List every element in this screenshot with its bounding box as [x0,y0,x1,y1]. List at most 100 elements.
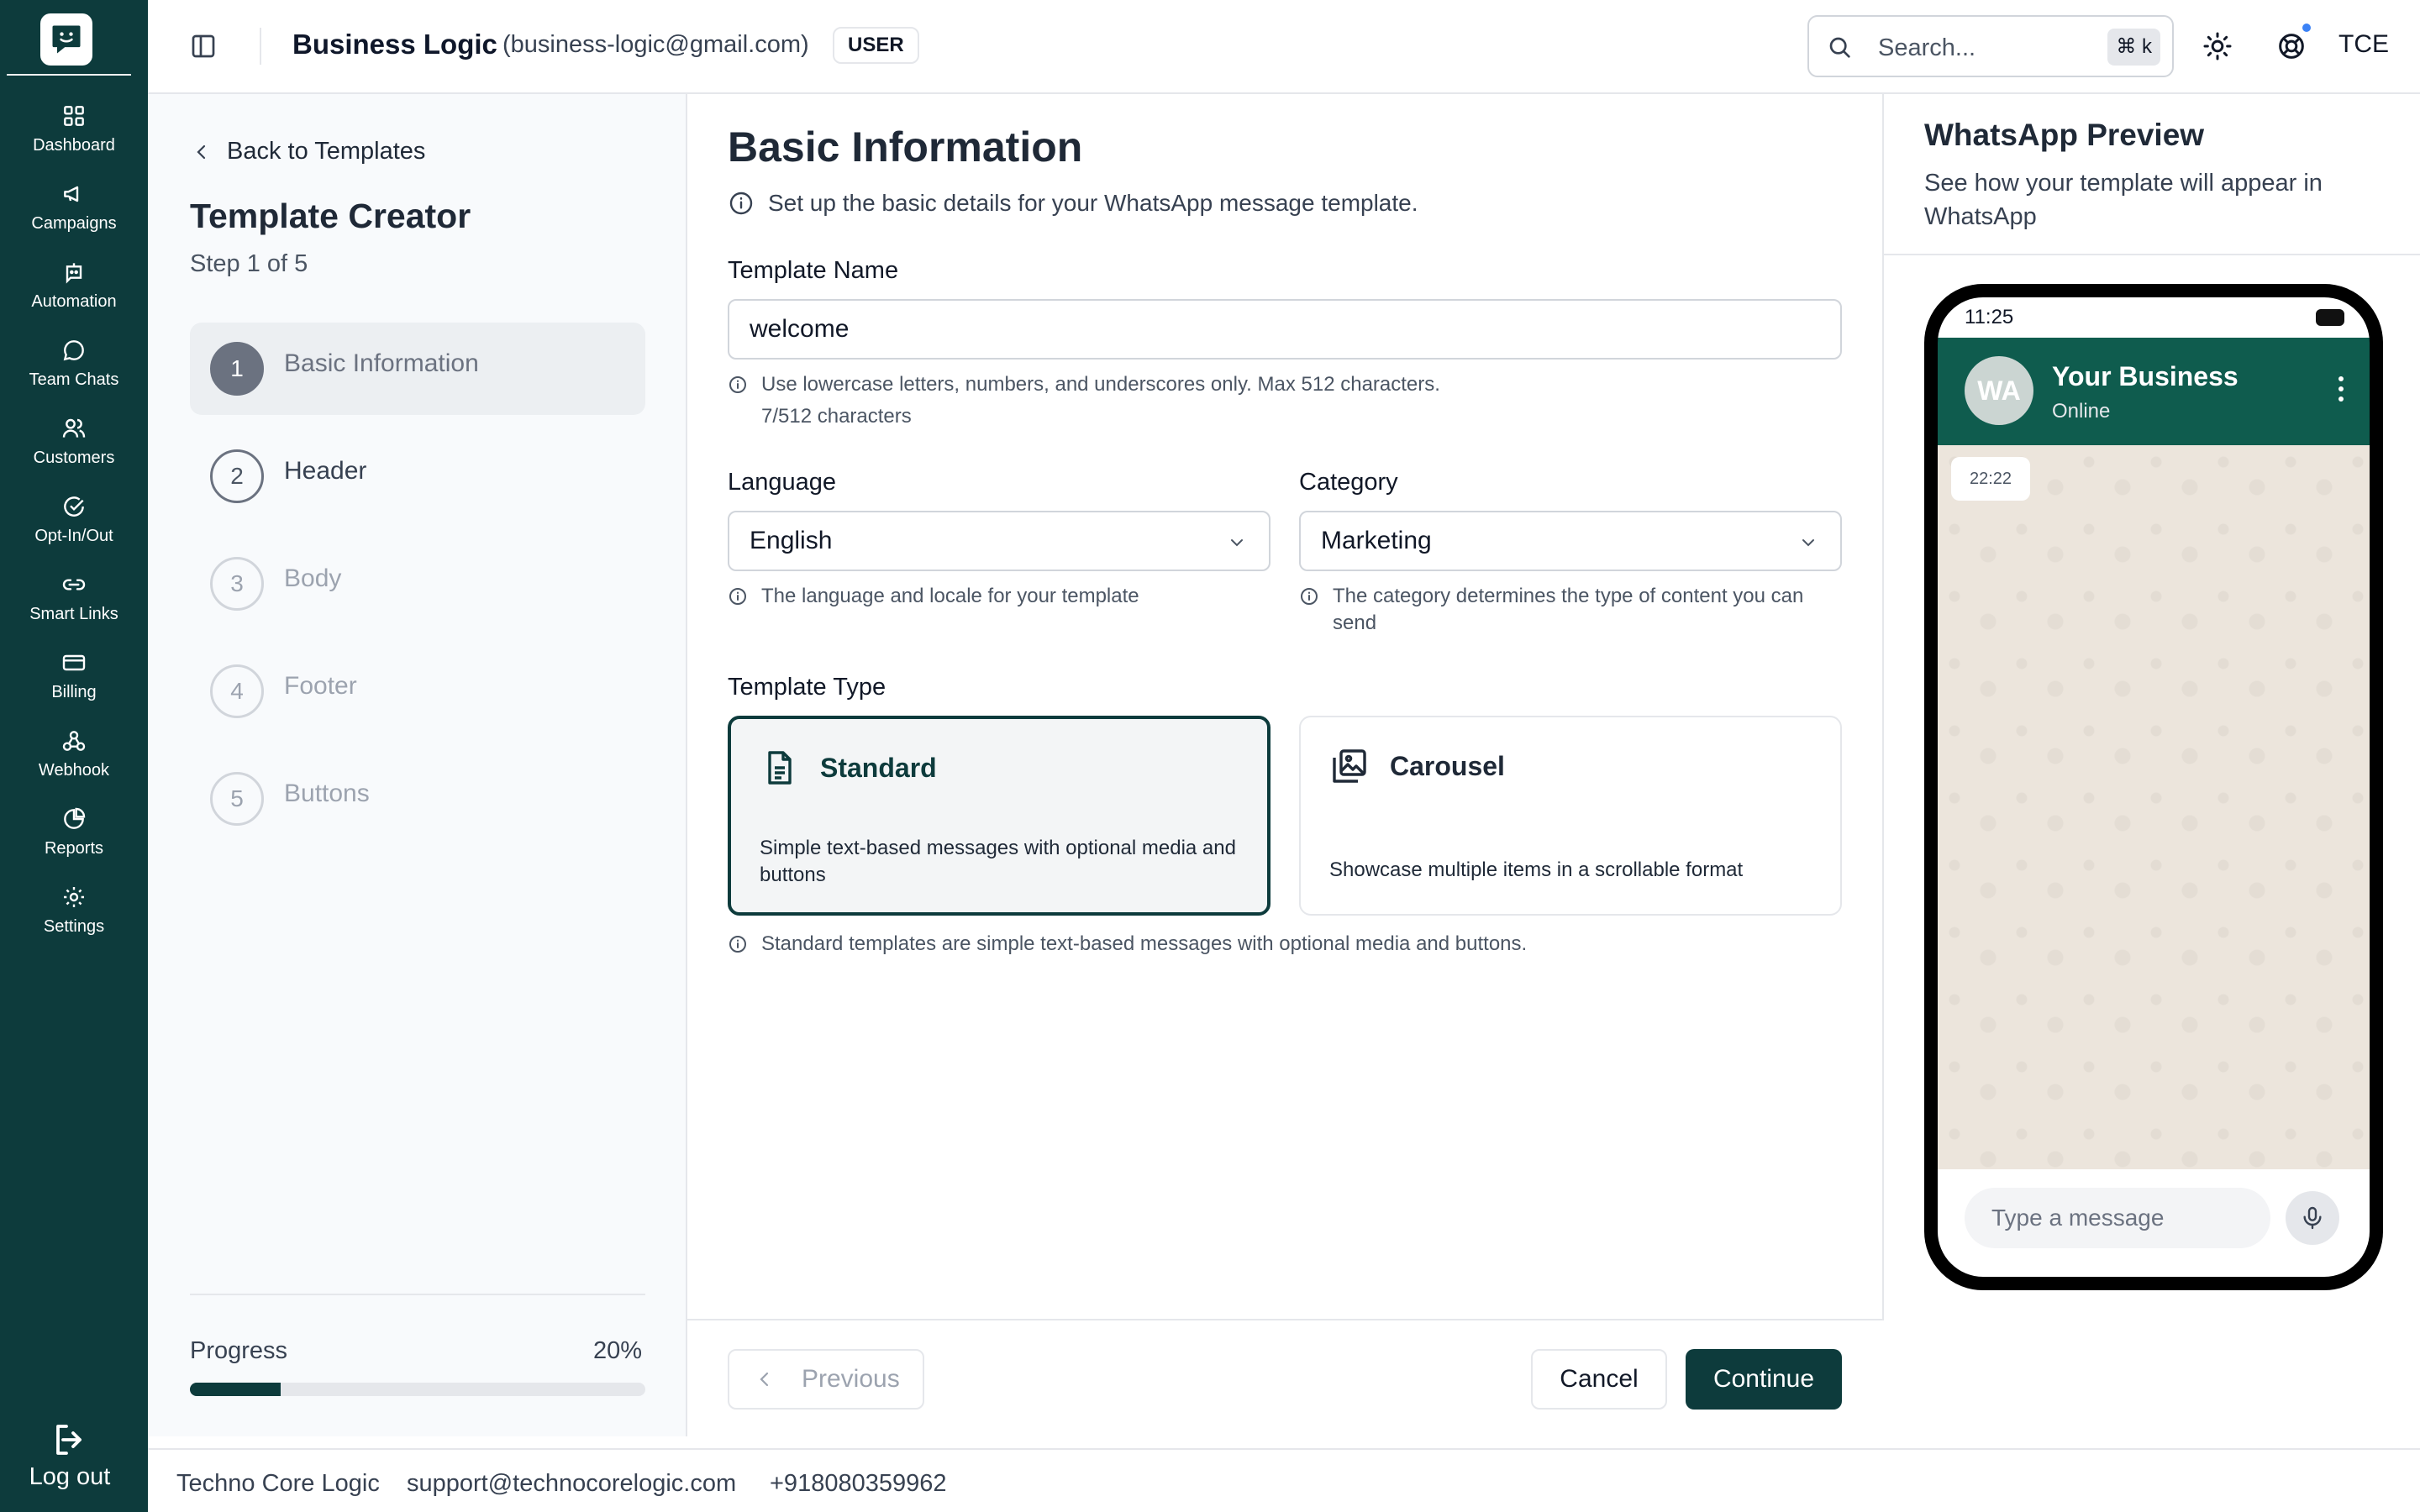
credit-card-icon [62,654,86,671]
chevron-down-icon [1231,539,1243,547]
template-type-name: Carousel [1390,751,1505,781]
app-logo[interactable] [40,13,92,66]
back-label: Back to Templates [227,138,426,165]
avatar[interactable]: TCE [2338,30,2389,59]
mic-button[interactable] [2286,1191,2339,1245]
sidebar-toggle-button[interactable] [188,31,218,61]
footer-email[interactable]: support@technocorelogic.com [407,1470,736,1498]
step-number: 2 [210,449,264,503]
check-circle-icon [64,496,84,517]
sidebar-item-dashboard[interactable]: Dashboard [0,97,148,165]
progress-bar-fill [190,1383,281,1396]
progress-bar [190,1383,645,1396]
step-label: Buttons [284,780,370,807]
notification-dot [2301,22,2312,34]
panel-left-icon [192,34,215,58]
help-button[interactable] [2275,29,2308,63]
logout-button[interactable]: Log out [0,1420,139,1491]
info-icon [729,376,746,393]
top-header: Business Logic (business-logic@gmail.com… [148,0,2420,94]
logo-divider [7,74,131,76]
search-input[interactable]: Search... ⌘ k [1807,15,2174,77]
back-to-templates-link[interactable]: Back to Templates [192,138,425,165]
chevron-left-icon [760,1372,769,1387]
message-bubble: 22:22 [1951,457,2031,501]
sidebar-item-smart-links[interactable]: Smart Links [0,566,148,633]
bot-icon [66,263,82,284]
step-footer[interactable]: 4 Footer [190,645,645,738]
chevron-down-icon [1802,539,1814,547]
sidebar-item-opt-in-out[interactable]: Opt-In/Out [0,488,148,555]
template-name-input[interactable]: welcome [728,299,1842,360]
whatsapp-preview-panel: WhatsApp Preview See how your template w… [1884,94,2420,1436]
message-composer: Type a message [1938,1169,2370,1277]
sidebar: Dashboard Campaigns Automation Team Chat… [0,0,148,1512]
sidebar-item-campaigns[interactable]: Campaigns [0,176,148,243]
step-label: Basic Information [284,349,479,377]
section-description: Set up the basic details for your WhatsA… [728,190,1418,217]
category-label: Category [1299,469,1398,496]
theme-toggle-button[interactable] [2201,29,2234,63]
step-indicator: Step 1 of 5 [190,250,308,277]
images-icon [1333,749,1366,783]
sidebar-item-reports[interactable]: Reports [0,801,148,868]
template-type-description: Simple text-based messages with optional… [760,837,1236,886]
category-hint-text: The category determines the type of cont… [1333,585,1804,634]
template-type-hint-text: Standard templates are simple text-based… [761,932,1528,955]
step-body[interactable]: 3 Body [190,538,645,630]
step-number: 3 [210,557,264,611]
previous-button[interactable]: Previous [728,1349,924,1410]
sidebar-item-label: Customers [33,449,115,467]
category-hint: The category determines the type of cont… [1299,583,1842,637]
search-placeholder: Search... [1878,34,1976,61]
previous-label: Previous [802,1365,900,1393]
gear-icon [64,887,84,907]
template-type-carousel[interactable]: Carousel Showcase multiple items in a sc… [1299,716,1842,916]
language-value: English [750,527,833,554]
footer-phone[interactable]: +918080359962 [770,1470,946,1498]
sidebar-item-billing[interactable]: Billing [0,644,148,711]
info-icon [1301,588,1318,605]
business-avatar: WA [1965,356,2033,425]
info-icon [729,588,746,605]
phone-status-bar: 11:25 [1938,297,2370,338]
step-buttons[interactable]: 5 Buttons [190,753,645,845]
lifebuoy-icon [2279,34,2304,59]
message-input[interactable]: Type a message [1965,1188,2270,1248]
webhook-icon [62,731,86,751]
sidebar-item-label: Settings [43,917,105,936]
step-basic-information[interactable]: 1 Basic Information [190,323,645,415]
more-vertical-icon[interactable] [2336,375,2346,403]
cancel-button[interactable]: Cancel [1531,1349,1667,1410]
sidebar-item-webhook[interactable]: Webhook [0,722,148,790]
sidebar-item-team-chats[interactable]: Team Chats [0,332,148,399]
character-count: 7/512 characters [761,405,912,428]
category-select[interactable]: Marketing [1299,511,1842,571]
info-icon [729,192,753,215]
language-label: Language [728,469,837,496]
chat-bubble-icon [63,340,84,361]
search-icon [1829,37,1850,58]
step-header[interactable]: 2 Header [190,430,645,522]
sidebar-item-customers[interactable]: Customers [0,410,148,477]
template-type-standard[interactable]: Standard Simple text-based messages with… [728,716,1270,916]
keyboard-shortcut-badge: ⌘ k [2107,29,2160,66]
continue-button[interactable]: Continue [1686,1349,1842,1410]
sun-icon [2203,32,2232,60]
language-hint-text: The language and locale for your templat… [761,585,1139,607]
language-select[interactable]: English [728,511,1270,571]
category-value: Marketing [1321,527,1432,554]
chat-business-name: Your Business [2052,361,2238,391]
step-number: 1 [210,342,264,396]
sidebar-item-automation[interactable]: Automation [0,254,148,321]
page-footer: Techno Core Logic support@technocorelogi… [148,1448,2420,1512]
steps-panel: Back to Templates Template Creator Step … [148,94,687,1436]
form-actions: Previous Cancel Continue [687,1319,1884,1436]
step-number: 5 [210,772,264,826]
megaphone-icon [64,186,79,202]
logout-icon [56,1425,82,1455]
chevron-left-icon [197,144,206,159]
template-type-description: Showcase multiple items in a scrollable … [1329,858,1744,881]
template-name-label: Template Name [728,257,899,284]
sidebar-item-settings[interactable]: Settings [0,879,148,946]
